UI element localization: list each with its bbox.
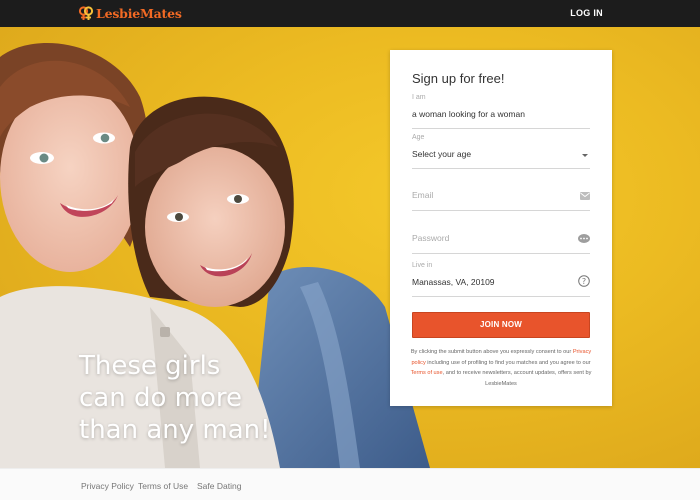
password-underline (412, 253, 590, 254)
location-field[interactable]: Live in Manassas, VA, 20109 ? (412, 262, 590, 297)
tagline-line-2: can do more (79, 383, 242, 413)
female-symbols-icon (78, 6, 94, 20)
password-placeholder: Password (412, 233, 450, 243)
footer: Privacy Policy Terms of Use Safe Dating (0, 468, 700, 500)
logo[interactable]: LesbieMates (78, 5, 182, 21)
email-underline (412, 210, 590, 211)
tagline-line-3: than any man! (79, 415, 271, 445)
i-am-field[interactable]: I am a woman looking for a woman (412, 94, 590, 129)
footer-privacy-link[interactable]: Privacy Policy (81, 481, 134, 491)
i-am-label: I am (412, 94, 426, 101)
signup-form: Sign up for free! I am a woman looking f… (390, 50, 612, 406)
chevron-down-icon (582, 154, 588, 157)
password-field[interactable]: Password (412, 233, 590, 254)
svg-text:?: ? (582, 277, 586, 286)
i-am-value: a woman looking for a woman (412, 109, 525, 119)
email-placeholder: Email (412, 190, 434, 200)
envelope-icon (580, 192, 590, 200)
age-underline (412, 168, 590, 169)
legal-text-1: By clicking the submit button above you … (410, 349, 573, 355)
location-underline (412, 296, 590, 297)
legal-text-2: including use of profiling to find you m… (425, 359, 591, 366)
age-label: Age (412, 134, 425, 141)
signup-title: Sign up for free! (412, 71, 505, 86)
login-link[interactable]: LOG IN (570, 8, 603, 18)
tagline-line-1: These girls (79, 351, 221, 381)
legal-notice: By clicking the submit button above you … (410, 347, 592, 389)
dots-icon (578, 234, 590, 243)
legal-text-3: , and to receive newsletters, account up… (442, 370, 592, 387)
live-in-label: Live in (412, 262, 433, 269)
email-field[interactable]: Email (412, 190, 590, 211)
join-now-button[interactable]: JOIN NOW (412, 312, 590, 338)
footer-safe-dating-link[interactable]: Safe Dating (197, 481, 241, 491)
top-navigation-bar: LesbieMates LOG IN (0, 0, 700, 27)
brand-name: LesbieMates (96, 5, 182, 21)
age-value: Select your age (412, 149, 472, 159)
terms-of-use-link[interactable]: Terms of use (411, 370, 443, 376)
age-select[interactable]: Age Select your age (412, 134, 590, 169)
footer-terms-link[interactable]: Terms of Use (138, 481, 188, 491)
i-am-underline (412, 128, 590, 129)
question-circle-icon[interactable]: ? (578, 275, 590, 287)
hero-tagline: These girls can do more than any man! (79, 350, 271, 446)
hero-section: These girls can do more than any man! Si… (0, 27, 700, 468)
live-in-value: Manassas, VA, 20109 (412, 277, 495, 287)
